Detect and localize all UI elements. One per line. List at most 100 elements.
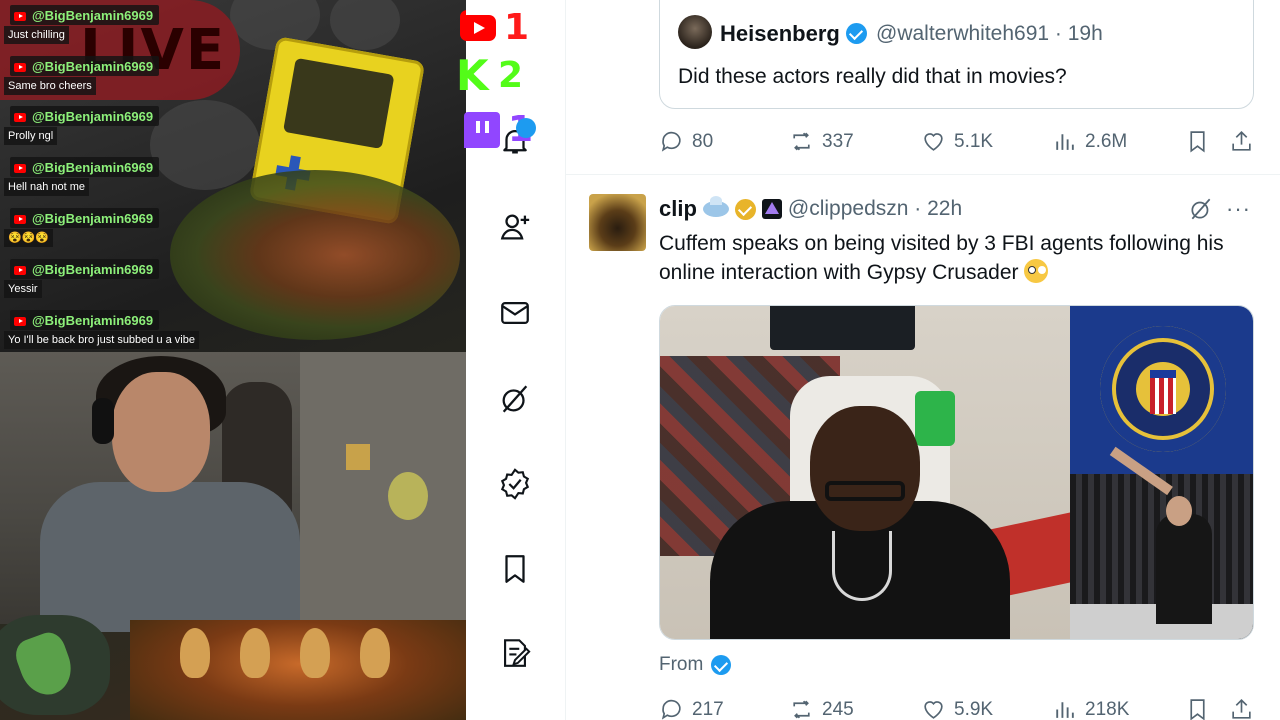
stream-overlay: LIVE @BigBenjamin6969 Just chilling @Big… — [0, 0, 466, 720]
quoted-tweet-card[interactable]: Heisenberg @walterwhiteh691 · 19h Did th… — [659, 0, 1254, 109]
nav-sidebar — [466, 0, 566, 720]
ufo-emoji-icon — [702, 196, 729, 217]
reply-icon — [661, 131, 681, 152]
media-streamer-photo[interactable] — [660, 306, 1070, 639]
tweet-actions: 217 245 5.9K 218K — [659, 697, 1254, 720]
tooth — [360, 628, 390, 678]
streamer-face — [112, 372, 210, 492]
grok-icon — [502, 385, 528, 413]
bookmark-button[interactable] — [1185, 129, 1210, 154]
gameboy-screen — [282, 57, 395, 150]
views-button[interactable]: 2.6M — [1052, 129, 1127, 154]
chat-username: @BigBenjamin6969 — [32, 160, 154, 175]
media-fbi-seal-photo[interactable] — [1070, 306, 1253, 474]
reply-button[interactable]: 80 — [659, 129, 713, 154]
flushed-emoji-icon — [1024, 259, 1049, 283]
media-chain — [832, 531, 892, 601]
media-tv — [770, 306, 915, 350]
like-count: 5.1K — [954, 130, 994, 152]
chat-username-tag: @BigBenjamin6969 — [10, 5, 160, 25]
more-options-button[interactable]: ··· — [1226, 196, 1251, 222]
chat-username-tag: @BigBenjamin6969 — [10, 106, 160, 126]
from-attribution[interactable]: From — [659, 654, 732, 676]
quoted-author-name[interactable]: Heisenberg — [720, 21, 867, 47]
dinosaur-jaw-art — [130, 620, 466, 720]
bookmark-button[interactable] — [1185, 697, 1210, 720]
media-glasses — [825, 481, 905, 501]
compose-icon — [504, 639, 531, 667]
youtube-logo-icon — [460, 15, 496, 41]
chat-username: @BigBenjamin6969 — [32, 262, 154, 277]
tooth — [180, 628, 210, 678]
views-button[interactable]: 218K — [1052, 697, 1129, 720]
media-pillow — [915, 391, 955, 446]
media-face — [810, 406, 920, 531]
author-avatar[interactable] — [589, 194, 646, 251]
webcam-picture-frame — [346, 444, 370, 470]
verified-badge-icon — [500, 468, 530, 500]
chat-username-tag: @BigBenjamin6969 — [10, 208, 160, 228]
heart-icon — [924, 133, 943, 151]
view-count: 2.6M — [1085, 130, 1128, 152]
repost-icon — [793, 132, 810, 151]
chat-username-tag: @BigBenjamin6969 — [10, 259, 160, 279]
sidebar-item-verified[interactable] — [496, 465, 534, 503]
view-count: 218K — [1085, 698, 1130, 720]
chat-message: Just chilling — [4, 26, 69, 44]
youtube-viewer-counter: 1 — [460, 10, 529, 46]
chat-username: @BigBenjamin6969 — [32, 109, 154, 124]
twitch-logo-icon — [464, 112, 500, 148]
tooth — [240, 628, 270, 678]
repost-button[interactable]: 245 — [789, 697, 854, 720]
chat-username: @BigBenjamin6969 — [32, 313, 154, 328]
share-icon — [1232, 698, 1251, 719]
quoted-author-avatar[interactable] — [678, 15, 712, 49]
youtube-icon — [14, 316, 26, 326]
mail-icon — [501, 301, 529, 325]
youtube-icon — [14, 62, 26, 72]
repost-icon — [793, 700, 810, 719]
like-button[interactable]: 5.9K — [921, 697, 993, 720]
sidebar-item-compose[interactable] — [496, 634, 534, 672]
bookmark-icon — [505, 555, 525, 583]
author-name-row[interactable]: clip @clippedszn · 22h — [659, 196, 962, 222]
verified-badge-icon — [845, 23, 867, 44]
sidebar-item-bookmarks[interactable] — [496, 550, 534, 588]
tweet-actions: 80 337 5.1K 2.6M — [659, 129, 1254, 159]
repost-count: 245 — [822, 698, 854, 720]
bookmark-icon — [1190, 131, 1205, 153]
sidebar-item-messages[interactable] — [496, 294, 534, 332]
person-add-icon — [500, 214, 530, 240]
share-button[interactable] — [1229, 129, 1254, 154]
reply-button[interactable]: 217 — [659, 697, 724, 720]
fbi-seal-icon — [1100, 326, 1226, 452]
sidebar-item-grok[interactable] — [496, 380, 534, 418]
reply-count: 217 — [692, 698, 724, 720]
like-count: 5.9K — [954, 698, 994, 720]
media-person-body — [1156, 514, 1212, 624]
share-button[interactable] — [1229, 697, 1254, 720]
notification-badge — [516, 118, 536, 138]
repost-button[interactable]: 337 — [789, 129, 854, 154]
chat-message: Prolly ngl — [4, 127, 58, 145]
bookmark-icon — [1190, 699, 1205, 720]
youtube-icon — [14, 163, 26, 173]
quoted-author-name-text: Heisenberg — [720, 21, 840, 46]
kick-viewer-number: 2 — [498, 55, 524, 96]
chat-message: Yo I'll be back bro just subbed u a vibe — [4, 331, 199, 349]
youtube-icon — [14, 11, 26, 21]
tweet-media[interactable] — [659, 305, 1254, 640]
tooth — [300, 628, 330, 678]
sidebar-item-follow[interactable] — [496, 208, 534, 246]
media-salute-photo[interactable] — [1070, 446, 1253, 639]
channel-logo — [0, 615, 110, 715]
youtube-viewer-number: 1 — [504, 7, 530, 48]
like-button[interactable]: 5.1K — [921, 129, 993, 154]
youtube-icon — [14, 265, 26, 275]
affiliate-badge-icon — [761, 199, 782, 219]
author-name: clip — [659, 196, 697, 221]
author-handle: @clippedszn · 22h — [787, 197, 963, 220]
grok-explain-button[interactable] — [1188, 196, 1214, 222]
verified-gold-badge-icon — [734, 198, 756, 220]
chat-message: Yessir — [4, 280, 42, 298]
